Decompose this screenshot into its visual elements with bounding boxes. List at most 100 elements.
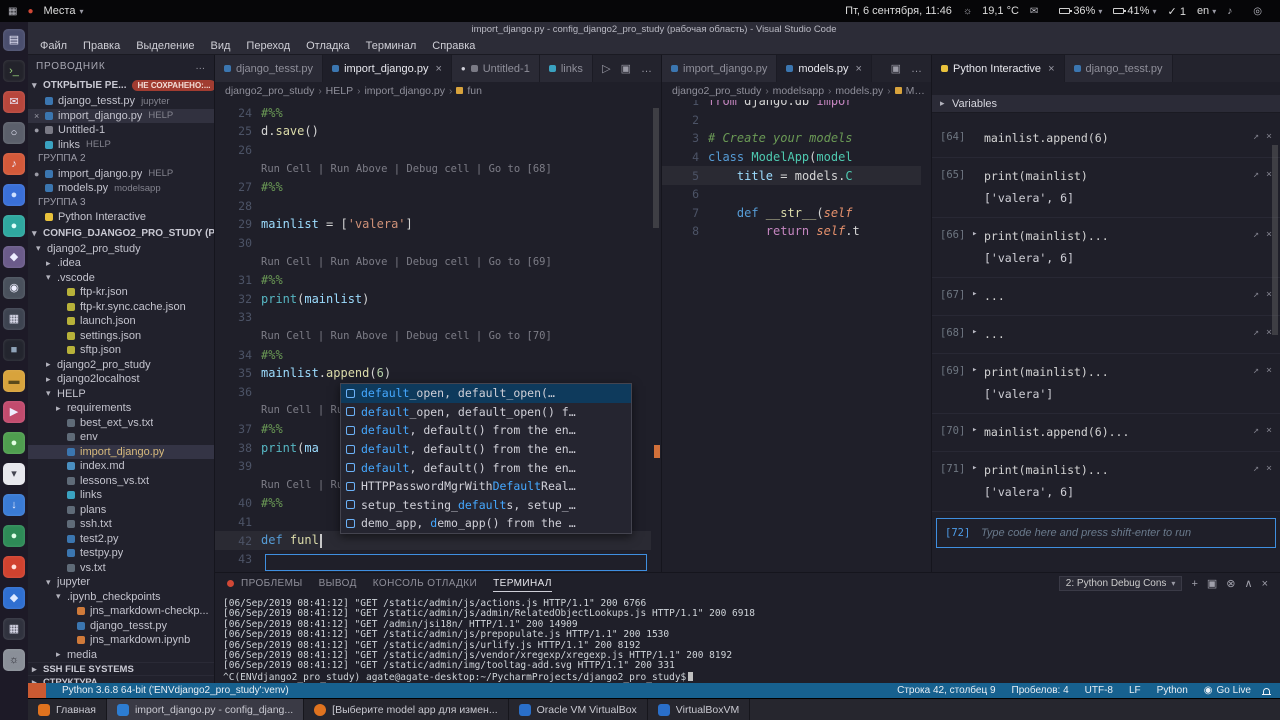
maximize-panel-icon[interactable]: ∧: [1245, 577, 1253, 590]
editor1-tab-links[interactable]: links: [539, 55, 593, 82]
open-editor-item-links[interactable]: links HELP: [28, 138, 214, 153]
menu-go[interactable]: Переход: [238, 40, 298, 52]
interactive-scrollbar[interactable]: [1272, 145, 1278, 335]
codelens-line[interactable]: Run Cell | Run Above | Debug cell | Go t…: [215, 252, 651, 271]
cell-code[interactable]: print(mainlist)...: [984, 365, 1253, 379]
breadcrumb-item-modelsapp[interactable]: modelsapp: [773, 85, 824, 97]
split-terminal-icon[interactable]: ▣: [1207, 577, 1217, 590]
tree-item-help[interactable]: ▾ HELP: [28, 387, 214, 402]
open-editor-item-import-django-py[interactable]: ● import_django.py HELP: [28, 167, 214, 182]
open-editor-item-models-py[interactable]: models.py modelsapp: [28, 181, 214, 196]
taskbar-item-выберите-model-app-для-измен[interactable]: [Выберите model app для измен...: [304, 699, 509, 720]
editor-icon[interactable]: ■: [3, 339, 25, 361]
status-item-utf-8[interactable]: UTF-8: [1077, 685, 1121, 696]
goto-source-icon[interactable]: ↗: [1253, 131, 1259, 142]
keyboard-layout-indicator[interactable]: en ▾: [1197, 5, 1216, 17]
goto-source-icon[interactable]: ↗: [1253, 327, 1259, 338]
tree-item-vs-txt[interactable]: vs.txt: [28, 561, 214, 576]
battery2-indicator[interactable]: 41% ▾: [1113, 5, 1157, 17]
menu-help[interactable]: Справка: [424, 40, 483, 52]
goto-source-icon[interactable]: ↗: [1253, 463, 1259, 474]
panel-tab-вывод[interactable]: ВЫВОД: [319, 576, 357, 591]
close-icon[interactable]: ×: [34, 111, 45, 121]
more-actions-icon[interactable]: …: [906, 63, 927, 75]
tree-item-links[interactable]: links: [28, 488, 214, 503]
remote-indicator[interactable]: [28, 683, 46, 698]
collapse-icon[interactable]: ▸: [972, 463, 984, 473]
close-icon[interactable]: ×: [435, 63, 441, 75]
suggestion-item-7[interactable]: demo_app, demo_app() from the …: [341, 514, 631, 533]
code-line-4[interactable]: 4 class ModelApp(model: [662, 148, 921, 167]
code-line-28[interactable]: 28: [215, 197, 651, 216]
breadcrumb-item-models-py[interactable]: models.py: [835, 85, 883, 97]
editor1-tab-untitled-1[interactable]: ● Untitled-1: [451, 55, 540, 82]
tree-item-test2-py[interactable]: test2.py: [28, 532, 214, 547]
menu-selection[interactable]: Выделение: [128, 40, 202, 52]
code-line-31[interactable]: 31 #%%: [215, 271, 651, 290]
tree-item-media[interactable]: ▸ media: [28, 648, 214, 663]
breadcrumb-item-m[interactable]: M…: [894, 85, 925, 97]
mail-icon[interactable]: ✉: [3, 91, 25, 113]
code-line-43[interactable]: 43: [215, 550, 651, 569]
suggestion-item-1[interactable]: default_open, default_open() f…: [341, 403, 631, 422]
new-terminal-icon[interactable]: +: [1191, 578, 1197, 590]
notification-dot-icon[interactable]: ●: [27, 6, 33, 17]
interactive-tab-python-interactive[interactable]: Python Interactive ×: [932, 55, 1065, 82]
editor1-scrollbar[interactable]: [651, 100, 661, 572]
collapse-icon[interactable]: ▸: [972, 229, 984, 239]
code-line-2[interactable]: 2: [662, 111, 921, 130]
status-item-lf[interactable]: LF: [1121, 685, 1149, 696]
taskbar-item-import-django-py-config-djang[interactable]: import_django.py - config_djang...: [106, 699, 305, 720]
panel-tab-проблемы[interactable]: ПРОБЛЕМЫ: [241, 576, 303, 591]
editor1-tab-import-django-py[interactable]: import_django.py ×: [323, 55, 452, 82]
code-line-27[interactable]: 27 #%%: [215, 178, 651, 197]
office-icon[interactable]: ▬: [3, 370, 25, 392]
tree-item-import-django-py[interactable]: import_django.py: [28, 444, 214, 459]
run-file-icon[interactable]: ▷: [597, 62, 615, 75]
tree-item-requirements[interactable]: ▸ requirements: [28, 401, 214, 416]
interactive-tab-django-tesst-py[interactable]: django_tesst.py: [1064, 55, 1173, 82]
clock-label[interactable]: Пт, 6 сентября, 11:46: [845, 5, 952, 17]
scrollbar-thumb[interactable]: [653, 108, 659, 228]
goto-source-icon[interactable]: ↗: [1253, 425, 1259, 436]
code-line-6[interactable]: 6: [662, 185, 921, 204]
code-line-33[interactable]: 33: [215, 308, 651, 327]
cell-code[interactable]: mainlist.append(6): [984, 131, 1253, 145]
tree-item-settings-json[interactable]: settings.json: [28, 329, 214, 344]
code-line-30[interactable]: 30: [215, 234, 651, 253]
tree-item-env[interactable]: env: [28, 430, 214, 445]
tree-item-ipynb-checkpoints[interactable]: ▾ .ipynb_checkpoints: [28, 590, 214, 605]
tree-item-django-tesst-py[interactable]: django_tesst.py: [28, 619, 214, 634]
open-editor-item-import-django-py[interactable]: × import_django.py HELP: [28, 108, 214, 123]
menu-debug[interactable]: Отладка: [298, 40, 357, 52]
green-app-icon[interactable]: ●: [3, 432, 25, 454]
menu-edit[interactable]: Правка: [75, 40, 128, 52]
terminal-output[interactable]: [06/Sep/2019 08:41:12] "GET /static/admi…: [215, 594, 1280, 683]
goto-source-icon[interactable]: ↗: [1253, 169, 1259, 180]
code-line-7[interactable]: 7 def __str__(self: [662, 204, 921, 223]
cell-code[interactable]: print(mainlist): [984, 169, 1253, 183]
dirty-dot-icon[interactable]: ●: [34, 169, 45, 179]
remove-cell-icon[interactable]: ×: [1266, 365, 1272, 376]
editor2-code-area[interactable]: 1 from django.db impor 2 3 # Create your mod…: [662, 100, 921, 572]
code-line-35[interactable]: 35 mainlist.append(6): [215, 364, 651, 383]
code-line-3[interactable]: 3 # Create your models: [662, 129, 921, 148]
cell-code[interactable]: ...: [984, 289, 1253, 303]
sync-indicator[interactable]: ✓ 1: [1168, 5, 1186, 18]
video-player-icon[interactable]: ▶: [3, 401, 25, 423]
cell-code[interactable]: mainlist.append(6)...: [984, 425, 1253, 439]
mail-indicator-icon[interactable]: ✉: [1030, 6, 1038, 17]
suggestion-item-0[interactable]: default_open, default_open(…: [341, 384, 631, 403]
editor2-tab-models-py[interactable]: models.py ×: [777, 55, 872, 82]
cell-code[interactable]: print(mainlist)...: [984, 463, 1253, 477]
notifications-bell-icon[interactable]: [1262, 687, 1271, 695]
music-icon[interactable]: ♪: [3, 153, 25, 175]
code-line-1[interactable]: 1 from django.db impor: [662, 100, 921, 111]
python-interpreter-status[interactable]: Python 3.6.8 64-bit ('ENVdjango2_pro_stu…: [54, 685, 297, 696]
ssh-filesystems-section[interactable]: ▸ SSH FILE SYSTEMS: [28, 662, 214, 675]
suggestion-item-2[interactable]: default, default() from the en…: [341, 421, 631, 440]
tree-item-jns-markdown-checkp[interactable]: jns_markdown-checkp...: [28, 604, 214, 619]
taskbar-item-главная[interactable]: Главная: [28, 699, 107, 720]
tree-item-jns-markdown-ipynb[interactable]: jns_markdown.ipynb: [28, 633, 214, 648]
weather-indicator[interactable]: ☼ 19,1 °C: [963, 5, 1019, 17]
